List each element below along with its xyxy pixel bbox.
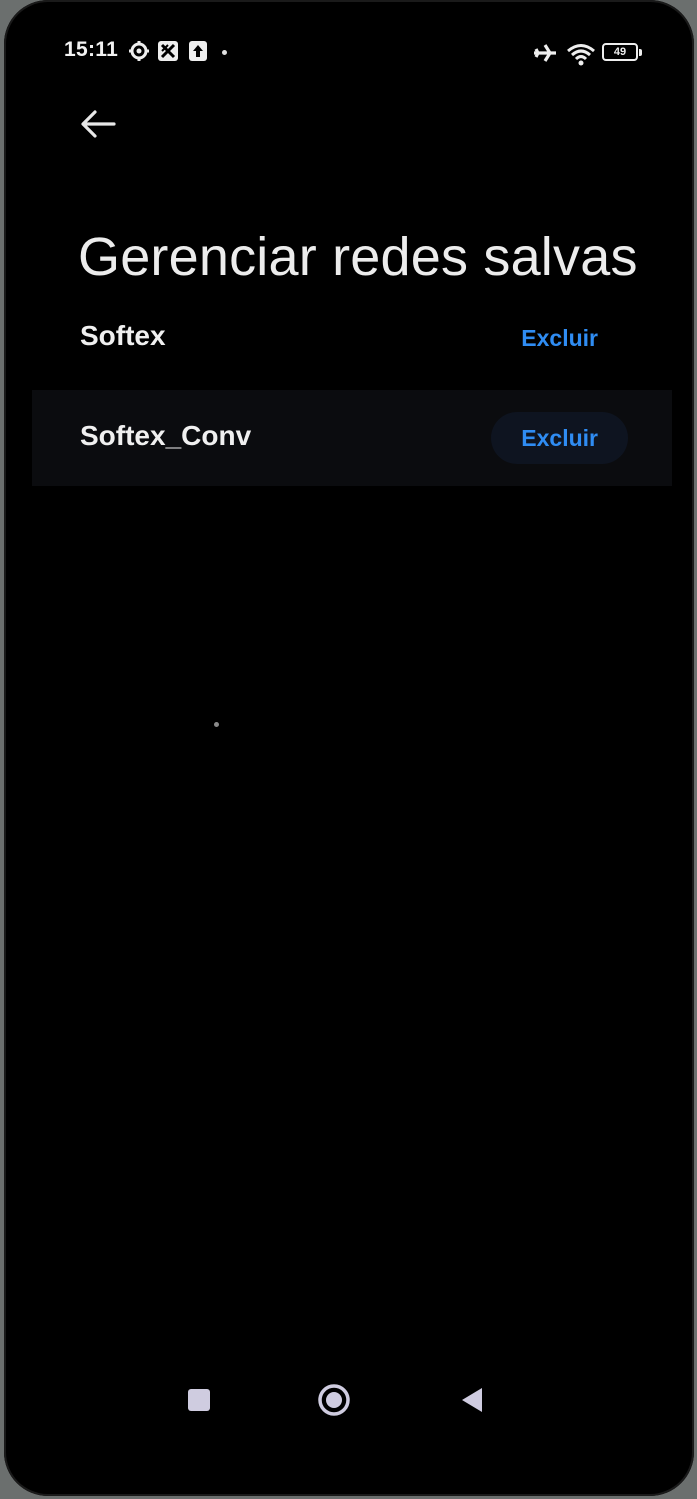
status-time: 15:11 bbox=[64, 38, 119, 61]
status-bar: 15:11 49 bbox=[4, 0, 694, 100]
settings-gear-icon bbox=[128, 40, 150, 67]
navigation-bar bbox=[4, 1365, 694, 1435]
phone-screen: 15:11 49 Gerenciar redes salvas Softex E… bbox=[4, 0, 694, 1496]
delete-network-button[interactable]: Excluir bbox=[491, 412, 628, 464]
wifi-icon bbox=[566, 42, 596, 71]
recents-button[interactable] bbox=[174, 1375, 224, 1425]
saved-network-row: Softex_Conv Excluir bbox=[32, 390, 672, 486]
page-title: Gerenciar redes salvas bbox=[78, 227, 638, 288]
battery-indicator: 49 bbox=[602, 43, 642, 61]
recents-square-icon bbox=[188, 1389, 210, 1411]
network-name: Softex_Conv bbox=[80, 420, 252, 451]
app-notification-icon bbox=[157, 40, 179, 67]
back-button[interactable] bbox=[78, 104, 128, 148]
home-button[interactable] bbox=[309, 1375, 359, 1425]
home-circle-icon bbox=[318, 1384, 350, 1416]
network-name: Softex bbox=[80, 320, 166, 351]
arrow-left-icon bbox=[81, 110, 116, 138]
airplane-icon bbox=[532, 42, 558, 69]
upload-icon bbox=[188, 40, 208, 67]
screen-speck bbox=[214, 722, 219, 727]
delete-network-button[interactable]: Excluir bbox=[491, 312, 628, 364]
saved-network-row: Softex Excluir bbox=[32, 290, 672, 386]
notification-dot bbox=[222, 50, 227, 55]
back-triangle-icon bbox=[462, 1388, 482, 1412]
nav-back-button[interactable] bbox=[446, 1375, 496, 1425]
